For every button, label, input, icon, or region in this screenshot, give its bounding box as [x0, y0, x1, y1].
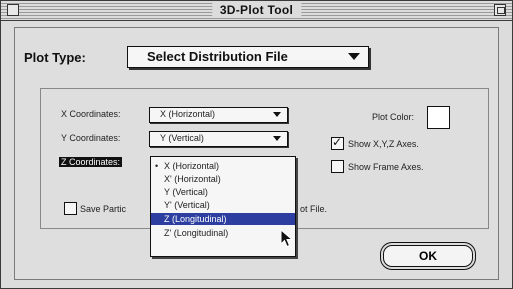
- menu-item-y[interactable]: Y (Vertical): [151, 186, 295, 198]
- save-particles-checkbox[interactable]: [64, 202, 77, 215]
- ok-button[interactable]: OK: [383, 245, 473, 267]
- show-xyz-axes-checkbox[interactable]: [331, 135, 344, 150]
- z-coordinates-menu: • X (Horizontal) X' (Horizontal) Y (Vert…: [150, 156, 296, 257]
- close-box[interactable]: [7, 4, 19, 16]
- y-coordinates-label: Y Coordinates:: [61, 133, 121, 143]
- chevron-down-icon: [273, 112, 281, 117]
- x-coordinates-value: X (Horizontal): [160, 109, 216, 119]
- y-coordinates-popup[interactable]: Y (Vertical): [149, 131, 288, 147]
- title-bar[interactable]: 3D-Plot Tool: [1, 1, 512, 21]
- y-coordinates-value: Y (Vertical): [160, 133, 204, 143]
- save-particles-label: Save Partic: [80, 204, 127, 214]
- plot-type-value: Select Distribution File: [147, 49, 288, 64]
- plot-type-label: Plot Type:: [24, 50, 86, 65]
- ok-button-label: OK: [419, 249, 437, 263]
- chevron-down-icon: [273, 136, 281, 141]
- chevron-down-icon: [348, 53, 360, 60]
- pointer-cursor-icon: [280, 229, 294, 248]
- z-coordinates-label[interactable]: Z Coordinates:: [59, 157, 123, 167]
- menu-item-x[interactable]: • X (Horizontal): [151, 160, 295, 172]
- plot-type-popup[interactable]: Select Distribution File: [127, 46, 369, 68]
- show-frame-axes-checkbox[interactable]: [331, 160, 344, 173]
- x-coordinates-label: X Coordinates:: [61, 109, 121, 119]
- x-coordinates-popup[interactable]: X (Horizontal): [149, 107, 288, 123]
- menu-item-y-prime[interactable]: Y' (Vertical): [151, 199, 295, 211]
- zoom-box[interactable]: [494, 4, 506, 16]
- menu-item-x-prime[interactable]: X' (Horizontal): [151, 173, 295, 185]
- selected-bullet-icon: •: [155, 161, 159, 171]
- plot-color-label: Plot Color:: [372, 112, 415, 122]
- show-frame-axes-label: Show Frame Axes.: [348, 162, 424, 172]
- window-title: 3D-Plot Tool: [211, 3, 302, 17]
- plot-color-swatch[interactable]: [427, 106, 450, 129]
- save-particles-label-tail: ot File.: [300, 204, 328, 214]
- show-xyz-axes-label: Show X,Y,Z Axes.: [348, 139, 419, 149]
- menu-item-z[interactable]: Z (Longitudinal): [151, 213, 295, 225]
- menu-item-z-prime[interactable]: Z' (Longitudinal): [151, 227, 295, 239]
